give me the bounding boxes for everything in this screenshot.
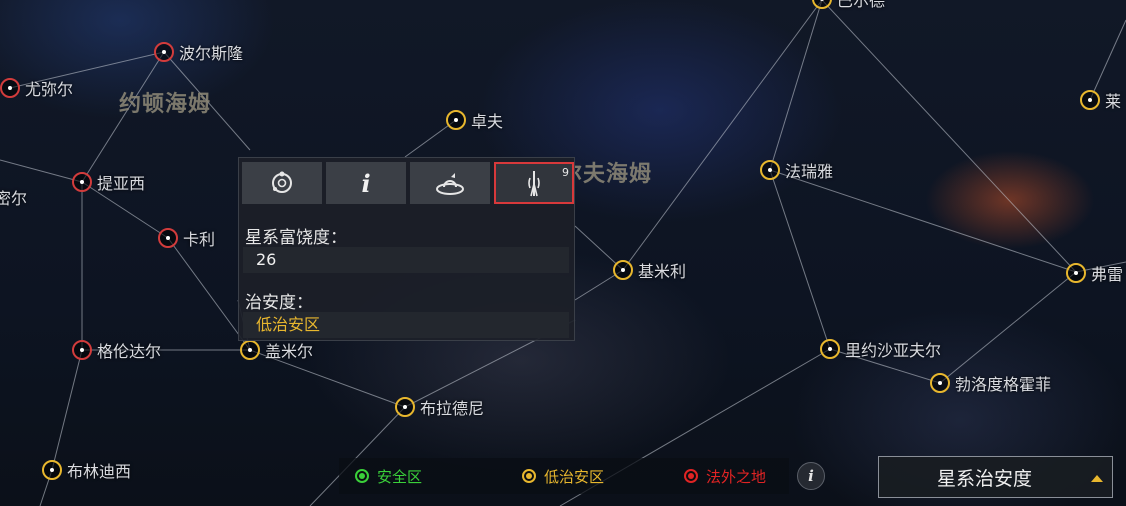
system-name: 波尔斯隆 xyxy=(179,44,244,63)
system-name: 巴尔德 xyxy=(837,0,886,10)
system-name: 里约沙亚夫尔 xyxy=(845,341,942,360)
system-name: 盖米尔 xyxy=(265,342,314,361)
system-node-icon xyxy=(812,0,832,9)
map-mode-label: 星系治安度 xyxy=(937,467,1033,490)
map-mode-dropdown[interactable]: 星系治安度 xyxy=(878,456,1113,498)
system-node-icon xyxy=(154,42,174,62)
system-node-icon xyxy=(240,340,260,360)
system-name: 莱 xyxy=(1105,92,1122,111)
system-node-icon xyxy=(395,397,415,417)
system-node-icon xyxy=(0,78,20,98)
system-bulindixi[interactable]: 布林迪西 xyxy=(42,459,131,481)
system-info-panel: i 9 星系富饶度： 26 治安度： 低治安区 xyxy=(238,157,575,341)
system-name: 卡利 xyxy=(183,230,216,249)
system-node-icon xyxy=(72,340,92,360)
tab-badge: 9 xyxy=(562,166,569,179)
system-name: 法瑞雅 xyxy=(785,162,834,181)
system-buladeni[interactable]: 布拉德尼 xyxy=(395,396,484,418)
low-security-icon xyxy=(522,469,536,483)
tab-info[interactable]: i xyxy=(326,162,406,204)
richness-label: 星系富饶度： xyxy=(245,228,347,248)
legend-safe-label: 安全区 xyxy=(377,467,423,486)
system-kali[interactable]: 卡利 xyxy=(158,227,215,249)
system-node-icon xyxy=(72,172,92,192)
system-zhuofu[interactable]: 卓夫 xyxy=(446,109,503,131)
system-name: 尤弥尔 xyxy=(25,80,74,99)
lawless-zone-icon xyxy=(684,469,698,483)
legend-safe: 安全区 xyxy=(355,466,422,487)
system-name: 格伦达尔 xyxy=(97,342,162,361)
system-tiyaxi[interactable]: 提亚西 xyxy=(72,171,145,193)
system-youmier[interactable]: 尤弥尔 xyxy=(0,77,73,99)
system-name: 布林迪西 xyxy=(67,462,132,481)
planet-icon xyxy=(436,173,464,195)
system-name: 密尔 xyxy=(0,189,28,208)
system-node-icon xyxy=(820,339,840,359)
system-name: 基米利 xyxy=(638,262,687,281)
orbit-icon xyxy=(272,171,292,193)
system-top[interactable]: 巴尔德 xyxy=(812,0,885,10)
legend-info-icon[interactable]: i xyxy=(797,462,825,490)
tab-planet[interactable] xyxy=(410,162,490,204)
system-node-icon xyxy=(42,460,62,480)
system-node-icon xyxy=(613,260,633,280)
security-label: 治安度： xyxy=(245,293,313,313)
security-value: 低治安区 xyxy=(243,312,569,338)
legend-lawless-label: 法外之地 xyxy=(706,467,767,486)
system-name: 勃洛度格霍菲 xyxy=(955,375,1052,394)
tab-orbit[interactable] xyxy=(242,162,322,204)
system-mier[interactable]: 密尔 xyxy=(0,186,27,208)
system-gaimier[interactable]: 盖米尔 xyxy=(240,339,313,361)
system-faruiya[interactable]: 法瑞雅 xyxy=(760,159,833,181)
system-jimili[interactable]: 基米利 xyxy=(613,259,686,281)
legend-low: 低治安区 xyxy=(522,466,604,487)
system-liyueshayafuer[interactable]: 里约沙亚夫尔 xyxy=(820,338,941,360)
chevron-up-icon xyxy=(1091,475,1103,482)
system-fulei[interactable]: 弗雷 xyxy=(1066,262,1123,284)
system-name: 卓夫 xyxy=(471,112,504,131)
richness-value: 26 xyxy=(243,247,569,273)
system-node-icon xyxy=(446,110,466,130)
system-name: 弗雷 xyxy=(1091,265,1124,284)
tab-security[interactable]: 9 xyxy=(494,162,574,204)
system-node-icon xyxy=(930,373,950,393)
system-name: 布拉德尼 xyxy=(420,399,485,418)
security-legend: 安全区 低治安区 法外之地 xyxy=(339,458,789,494)
legend-low-label: 低治安区 xyxy=(544,467,605,486)
system-name: 提亚西 xyxy=(97,174,146,193)
system-node-icon xyxy=(1080,90,1100,110)
region-label-jotunheim: 约顿海姆 xyxy=(119,92,212,117)
safe-zone-icon xyxy=(355,469,369,483)
panel-tabs: i 9 xyxy=(242,162,574,204)
signal-tower-icon xyxy=(528,171,540,197)
info-icon: i xyxy=(361,168,371,198)
system-boluodugehuofei[interactable]: 勃洛度格霍菲 xyxy=(930,372,1051,394)
system-node-icon xyxy=(760,160,780,180)
system-node-icon xyxy=(1066,263,1086,283)
system-bosilong[interactable]: 波尔斯隆 xyxy=(154,41,243,63)
system-lai[interactable]: 莱 xyxy=(1080,89,1121,111)
legend-lawless: 法外之地 xyxy=(684,466,766,487)
system-node-icon xyxy=(158,228,178,248)
system-gelundaer[interactable]: 格伦达尔 xyxy=(72,339,161,361)
